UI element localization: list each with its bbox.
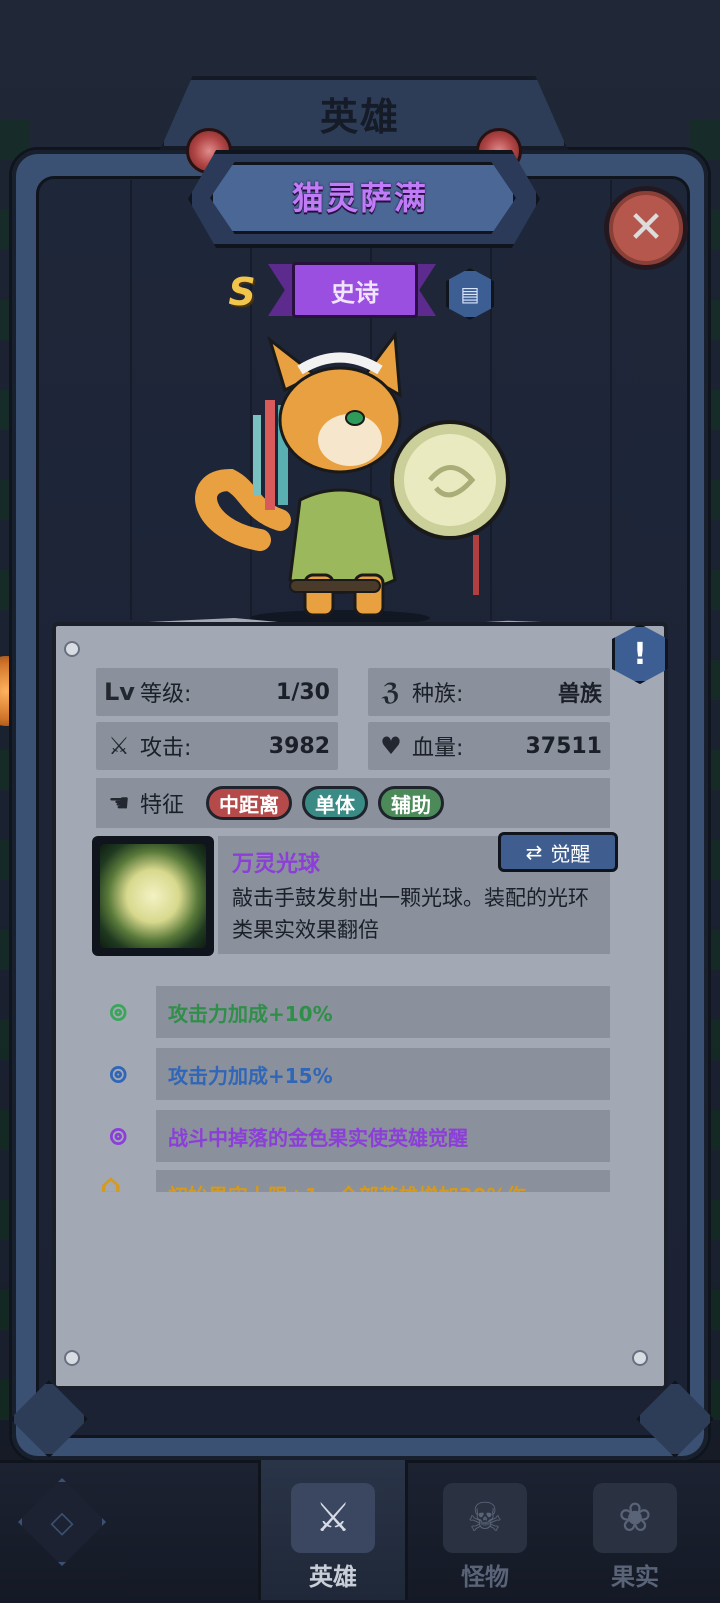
awaken-label: 觉醒 — [550, 841, 591, 866]
arrow-left-icon: ◇ — [50, 1504, 74, 1540]
tab-monsters-label: 怪物 — [461, 1563, 509, 1591]
bonus-row: 攻击力加成+10% — [156, 986, 610, 1038]
stat-race-label: 种族: — [412, 682, 464, 707]
close-button[interactable]: ✕ — [604, 186, 688, 270]
close-icon: ✕ — [627, 202, 665, 253]
spiral-blue-icon: ၜ — [108, 1050, 128, 1091]
wood-plank-line — [130, 180, 132, 620]
tab-heroes[interactable]: ⚔ 英雄 — [258, 1460, 408, 1600]
stat-level-value: 1/30 — [276, 679, 330, 705]
trait-tag: 辅助 — [378, 786, 445, 820]
heart-icon: ♥ — [380, 732, 402, 760]
spiral-gold-icon: ⌂ — [100, 1168, 122, 1192]
monster-icon: ☠ — [443, 1483, 527, 1553]
fruit-icon: ❀ — [593, 1483, 677, 1553]
grade-icon: S — [228, 270, 256, 314]
trait-tag: 单体 — [302, 786, 369, 820]
trait-label: 特征 — [140, 793, 185, 818]
tab-heroes-label: 英雄 — [309, 1563, 357, 1591]
rivet — [632, 1350, 648, 1366]
bonus-text: 战斗中掉落的金色果实使英雄觉醒 — [168, 1125, 468, 1150]
stat-hp-value: 37511 — [525, 733, 602, 759]
spiral-green-icon: ၜ — [108, 988, 128, 1029]
tab-monsters[interactable]: ☠ 怪物 — [410, 1460, 560, 1600]
hero-portrait — [195, 330, 510, 626]
level-icon: Lv — [104, 678, 135, 706]
hero-helmet-icon: ⚔ — [291, 1483, 375, 1553]
race-icon: ℨ — [381, 678, 401, 706]
stat-hp-label: 血量: — [412, 736, 464, 761]
spiral-purple-icon: ၜ — [108, 1112, 128, 1153]
stat-level-label: 等级: — [140, 682, 192, 707]
stat-attack: ⚔ 攻击: 3982 — [96, 722, 338, 770]
rarity-badge: 史诗 — [292, 262, 418, 318]
skill-name: 万灵光球 — [232, 852, 321, 877]
rivet — [64, 641, 80, 657]
hero-name: 猫灵萨满 — [291, 179, 428, 217]
bonus-text: 攻击力加成+10% — [168, 1001, 333, 1026]
bonus-row: 战斗中掉落的金色果实使英雄觉醒 — [156, 1110, 610, 1162]
stat-race-value: 兽族 — [557, 682, 602, 707]
hand-icon: ☚ — [108, 789, 130, 817]
bonus-text: 攻击力加成+15% — [168, 1063, 333, 1088]
awaken-button[interactable]: ⇄ 觉醒 — [498, 832, 618, 872]
rivet — [64, 1350, 80, 1366]
trait-row: ☚ 特征 中距离 单体 辅助 — [96, 778, 610, 828]
trait-tag: 中距离 — [206, 786, 293, 820]
bonus-row: 攻击力加成+15% — [156, 1048, 610, 1100]
stat-attack-value: 3982 — [268, 733, 330, 759]
tab-fruits[interactable]: ❀ 果实 — [560, 1460, 710, 1600]
skill-orb-icon[interactable] — [100, 844, 206, 948]
rarity-label: 史诗 — [331, 278, 379, 307]
swap-icon: ⇄ — [525, 840, 543, 864]
tab-fruits-label: 果实 — [611, 1563, 659, 1591]
bonus-text: 初始果实上限+1，全部英雄增加30%伤 — [168, 1184, 527, 1192]
stat-race: ℨ 种族: 兽族 — [368, 668, 610, 716]
bonus-row-clipped: ⌂ 初始果实上限+1，全部英雄增加30%伤 — [92, 1168, 612, 1192]
stat-hp: ♥ 血量: 37511 — [368, 722, 610, 770]
stat-level: Lv 等级: 1/30 — [96, 668, 338, 716]
sword-icon: ⚔ — [108, 732, 130, 760]
skill-description: 敲击手鼓发射出一颗光球。装配的光环类果实效果翻倍 — [232, 886, 589, 942]
stat-attack-label: 攻击: — [140, 736, 192, 761]
